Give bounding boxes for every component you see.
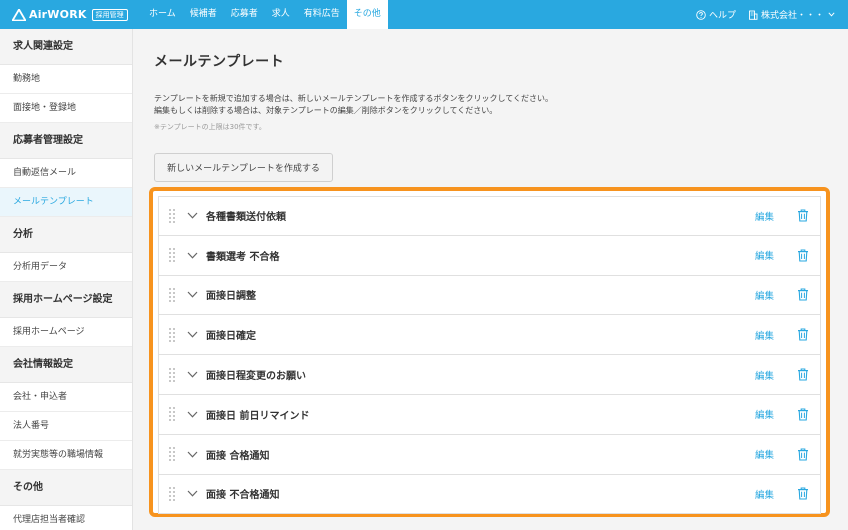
chevron-down-icon[interactable] — [187, 212, 198, 220]
sidebar-item[interactable]: 代理店担当者確認 — [0, 506, 132, 530]
chevron-down-icon[interactable] — [187, 291, 198, 299]
nav-item[interactable]: 応募者 — [224, 0, 265, 29]
edit-template-link[interactable]: 編集 — [755, 248, 774, 262]
template-row: 面接日確定 編集 — [158, 315, 821, 356]
main-nav: ホーム 候補者 応募者 求人 有料広告 その他 — [142, 0, 388, 29]
edit-template-link[interactable]: 編集 — [755, 209, 774, 223]
chevron-down-icon — [828, 12, 835, 17]
nav-item[interactable]: 候補者 — [183, 0, 224, 29]
company-menu[interactable]: 株式会社・・・ — [748, 8, 838, 21]
sidebar-item[interactable]: 分析用データ — [0, 253, 132, 282]
edit-template-link[interactable]: 編集 — [755, 407, 774, 421]
help-icon — [696, 9, 706, 20]
template-limit-note: ※テンプレートの上限は30件です。 — [154, 123, 266, 131]
trash-icon[interactable] — [797, 487, 809, 501]
chevron-down-icon[interactable] — [187, 331, 198, 338]
edit-template-link[interactable]: 編集 — [755, 288, 774, 302]
drag-handle-icon[interactable] — [169, 247, 175, 263]
trash-icon[interactable] — [797, 328, 809, 341]
nav-item[interactable]: ホーム — [142, 0, 183, 29]
drag-handle-icon[interactable] — [169, 367, 175, 383]
company-name: 株式会社・・・ — [760, 11, 824, 21]
edit-template-link[interactable]: 編集 — [755, 368, 774, 382]
nav-item[interactable]: その他 — [346, 0, 388, 29]
sidebar-item[interactable]: 就労実態等の職場情報 — [0, 441, 132, 470]
template-row: 各種書類送付依頼 編集 — [158, 196, 821, 236]
template-row: 面接日程変更のお願い 編集 — [158, 355, 821, 395]
sidebar-item[interactable]: メールテンプレート — [0, 188, 132, 217]
drag-handle-icon[interactable] — [169, 406, 175, 422]
template-name: 面接日 前日リマインド — [206, 410, 310, 422]
chevron-down-icon[interactable] — [187, 252, 198, 259]
airwork-logo[interactable]: AirWORK 採用管理 — [0, 0, 140, 29]
sidebar-section-header: 求人関連設定 — [0, 29, 132, 65]
trash-icon[interactable] — [797, 249, 809, 262]
chevron-down-icon[interactable] — [187, 371, 198, 378]
sidebar-section-header: その他 — [0, 470, 132, 506]
page-description: テンプレートを新規で追加する場合は、新しいメールテンプレートを作成するボタンをク… — [154, 93, 553, 117]
sidebar-item[interactable]: 採用ホームページ — [0, 318, 132, 347]
template-name: 面接 不合格通知 — [206, 490, 280, 502]
template-row: 面接日 前日リマインド 編集 — [158, 394, 821, 435]
settings-sidebar: 求人関連設定 勤務地 面接地・登録地 応募者管理設定 自動返信メール メールテンプレート分… — [0, 29, 133, 530]
template-name: 書類選考 不合格 — [206, 251, 280, 263]
template-row: 面接日調整 編集 — [158, 275, 821, 316]
template-name: 面接日程変更のお願い — [206, 371, 306, 383]
description-line-2: 編集もしくは削除する場合は、対象テンプレートの編集／削除ボタンをクリックしてくだ… — [154, 106, 498, 115]
edit-template-link[interactable]: 編集 — [755, 328, 774, 342]
template-name: 面接日調整 — [206, 291, 256, 303]
help-link[interactable]: ヘルプ — [696, 8, 736, 21]
sidebar-section-header: 会社情報設定 — [0, 347, 132, 383]
description-line-1: テンプレートを新規で追加する場合は、新しいメールテンプレートを作成するボタンをク… — [154, 94, 554, 103]
sidebar-item[interactable]: 面接地・登録地 — [0, 94, 132, 123]
sidebar-section-header: 応募者管理設定 — [0, 123, 132, 159]
brand-name: AirWORK — [29, 8, 87, 21]
edit-template-link[interactable]: 編集 — [755, 487, 774, 501]
trash-icon[interactable] — [797, 448, 809, 461]
trash-icon[interactable] — [797, 368, 809, 381]
chevron-down-icon[interactable] — [187, 411, 198, 418]
template-list: 各種書類送付依頼 編集 書類選考 不合格 編集 面接日調整 編集 面接日確定 編集 面接日程変更… — [149, 187, 830, 517]
drag-handle-icon[interactable] — [169, 486, 175, 502]
brand-badge: 採用管理 — [91, 8, 128, 21]
nav-item[interactable]: 有料広告 — [297, 0, 347, 29]
help-label: ヘルプ — [708, 11, 736, 21]
main-content: メールテンプレート テンプレートを新規で追加する場合は、新しいメールテンプレート… — [133, 29, 848, 530]
edit-template-link[interactable]: 編集 — [755, 447, 774, 461]
header-right: ヘルプ 株式会社・・・ — [684, 0, 838, 29]
template-name: 面接 合格通知 — [206, 450, 270, 462]
chevron-down-icon[interactable] — [187, 451, 198, 458]
top-header: AirWORK 採用管理 ホーム 候補者 応募者 求人 有料広告 その他 ヘルプ 株式会社… — [0, 0, 848, 29]
template-row: 面接 合格通知 編集 — [158, 434, 821, 475]
template-name: 面接日確定 — [206, 331, 256, 343]
airwork-logo-icon — [12, 8, 26, 21]
page-title: メールテンプレート — [154, 54, 285, 70]
template-row: 面接 不合格通知 編集 — [158, 474, 821, 515]
drag-handle-icon[interactable] — [169, 327, 175, 343]
trash-icon[interactable] — [797, 288, 809, 302]
sidebar-item[interactable]: 勤務地 — [0, 65, 132, 94]
trash-icon[interactable] — [797, 408, 809, 421]
sidebar-item[interactable]: 会社・申込者 — [0, 383, 132, 412]
sidebar-item[interactable]: 自動返信メール — [0, 159, 132, 188]
create-template-button[interactable]: 新しいメールテンプレートを作成する — [154, 153, 333, 182]
building-icon — [749, 10, 758, 20]
template-row: 書類選考 不合格 編集 — [158, 235, 821, 276]
chevron-down-icon[interactable] — [187, 490, 198, 498]
nav-item[interactable]: 求人 — [265, 0, 297, 29]
drag-handle-icon[interactable] — [169, 287, 175, 303]
drag-handle-icon[interactable] — [169, 446, 175, 462]
template-name: 各種書類送付依頼 — [206, 212, 286, 224]
sidebar-section-header: 分析 — [0, 217, 132, 253]
sidebar-item[interactable]: 法人番号 — [0, 412, 132, 441]
sidebar-section-header: 採用ホームページ設定 — [0, 282, 132, 318]
drag-handle-icon[interactable] — [169, 208, 175, 224]
trash-icon[interactable] — [797, 209, 809, 222]
